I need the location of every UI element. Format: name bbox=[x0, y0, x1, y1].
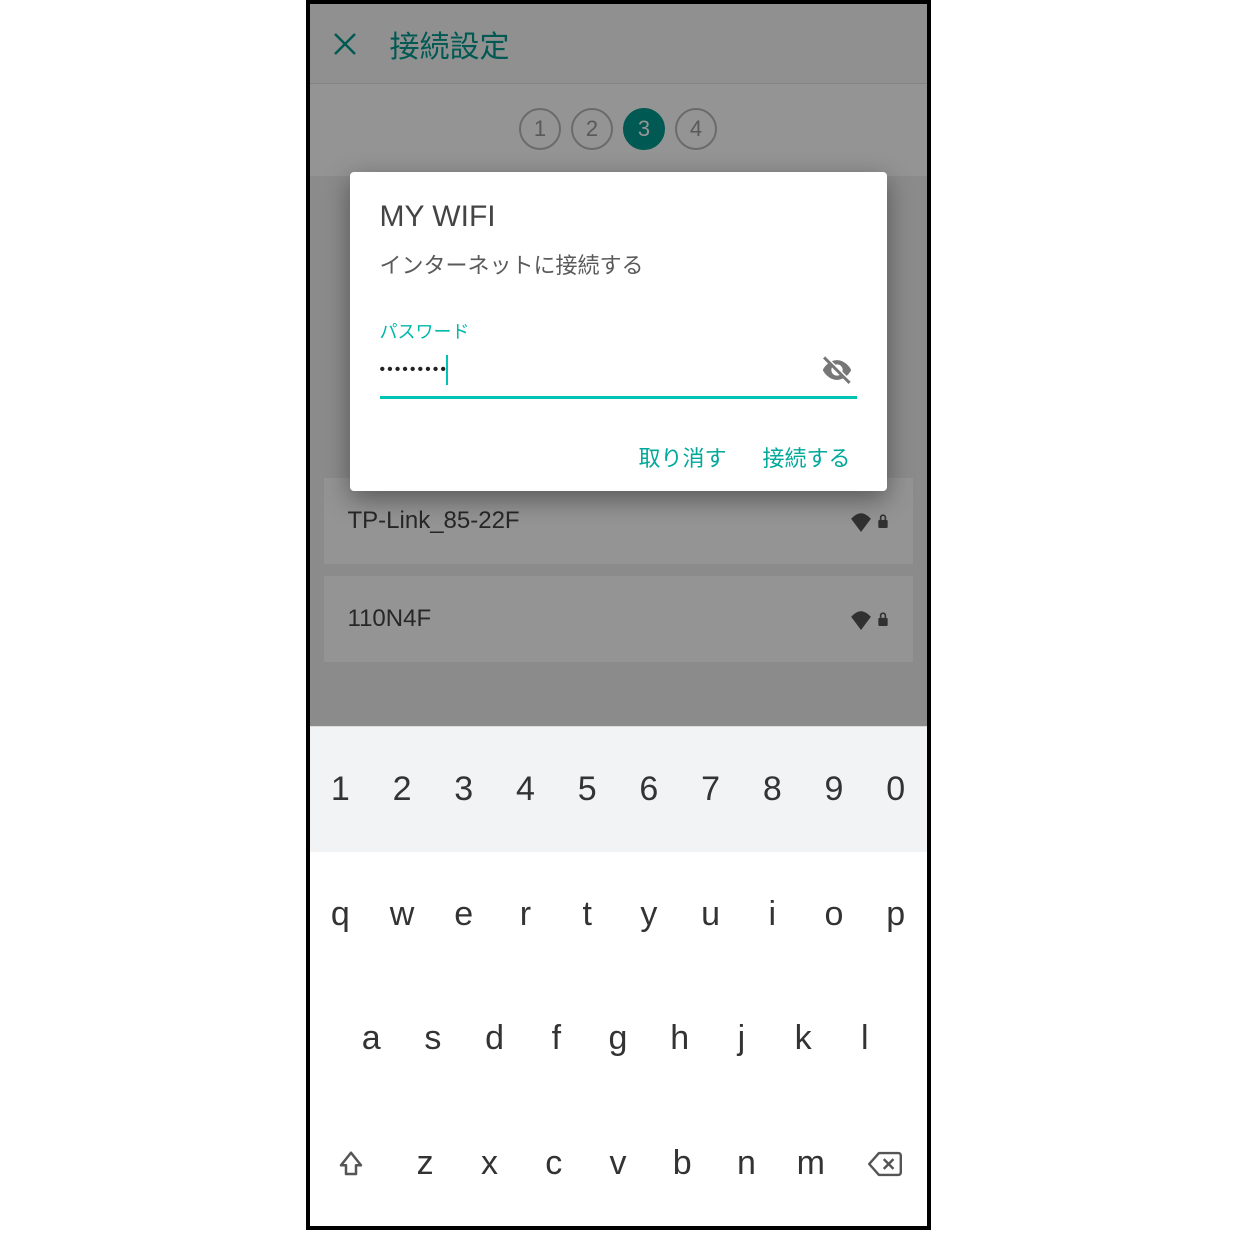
key-9[interactable]: 9 bbox=[803, 727, 865, 852]
key-d[interactable]: d bbox=[464, 977, 526, 1102]
key-i[interactable]: i bbox=[741, 852, 803, 977]
key-a[interactable]: a bbox=[340, 977, 402, 1102]
key-y[interactable]: y bbox=[618, 852, 680, 977]
key-k[interactable]: k bbox=[772, 977, 834, 1102]
key-8[interactable]: 8 bbox=[741, 727, 803, 852]
key-o[interactable]: o bbox=[803, 852, 865, 977]
keyboard-row-numbers: 1 2 3 4 5 6 7 8 9 0 bbox=[310, 727, 927, 852]
key-1[interactable]: 1 bbox=[310, 727, 372, 852]
key-m[interactable]: m bbox=[779, 1101, 843, 1226]
shift-key[interactable] bbox=[310, 1149, 394, 1179]
list-item[interactable]: 110N4F bbox=[324, 576, 913, 662]
network-ssid: 110N4F bbox=[348, 605, 432, 633]
key-t[interactable]: t bbox=[556, 852, 618, 977]
password-label: パスワード bbox=[380, 318, 857, 344]
key-6[interactable]: 6 bbox=[618, 727, 680, 852]
key-n[interactable]: n bbox=[714, 1101, 778, 1226]
key-c[interactable]: c bbox=[522, 1101, 586, 1226]
key-x[interactable]: x bbox=[457, 1101, 521, 1226]
key-s[interactable]: s bbox=[402, 977, 464, 1102]
step-1: 1 bbox=[519, 108, 561, 150]
key-0[interactable]: 0 bbox=[865, 727, 927, 852]
dialog-actions: 取り消す 接続する bbox=[380, 441, 857, 473]
key-5[interactable]: 5 bbox=[556, 727, 618, 852]
backspace-key[interactable] bbox=[843, 1150, 927, 1178]
key-j[interactable]: j bbox=[711, 977, 773, 1102]
app-header: 接続設定 bbox=[310, 4, 927, 84]
step-3: 3 bbox=[623, 108, 665, 150]
key-e[interactable]: e bbox=[433, 852, 495, 977]
soft-keyboard: 1 2 3 4 5 6 7 8 9 0 q w e r t y u i o p … bbox=[310, 726, 927, 1226]
key-p[interactable]: p bbox=[865, 852, 927, 977]
wifi-secured-icon bbox=[847, 510, 889, 532]
key-3[interactable]: 3 bbox=[433, 727, 495, 852]
close-icon[interactable] bbox=[328, 27, 362, 61]
step-4: 4 bbox=[675, 108, 717, 150]
connect-button[interactable]: 接続する bbox=[762, 441, 850, 473]
key-l[interactable]: l bbox=[834, 977, 896, 1102]
key-7[interactable]: 7 bbox=[680, 727, 742, 852]
key-w[interactable]: w bbox=[371, 852, 433, 977]
key-2[interactable]: 2 bbox=[371, 727, 433, 852]
password-input[interactable]: ••••••••• bbox=[380, 361, 448, 379]
key-r[interactable]: r bbox=[495, 852, 557, 977]
keyboard-row-top: q w e r t y u i o p bbox=[310, 852, 927, 977]
key-q[interactable]: q bbox=[310, 852, 372, 977]
key-v[interactable]: v bbox=[586, 1101, 650, 1226]
phone-frame: 接続設定 1 2 3 4 TP-Link_85-22F 110N4F bbox=[306, 0, 931, 1230]
key-4[interactable]: 4 bbox=[495, 727, 557, 852]
wifi-password-dialog: MY WIFI インターネットに接続する パスワード ••••••••• 取り消… bbox=[350, 172, 887, 491]
keyboard-row-bottom: z x c v b n m bbox=[310, 1101, 927, 1226]
dialog-title: MY WIFI bbox=[380, 200, 857, 234]
cancel-button[interactable]: 取り消す bbox=[638, 441, 726, 473]
key-g[interactable]: g bbox=[587, 977, 649, 1102]
text-caret bbox=[446, 355, 448, 385]
step-2: 2 bbox=[571, 108, 613, 150]
dialog-subtitle: インターネットに接続する bbox=[380, 248, 857, 280]
wifi-secured-icon bbox=[847, 608, 889, 630]
visibility-toggle-icon[interactable] bbox=[817, 350, 857, 390]
key-f[interactable]: f bbox=[525, 977, 587, 1102]
key-h[interactable]: h bbox=[649, 977, 711, 1102]
stepper: 1 2 3 4 bbox=[310, 84, 927, 176]
page-title: 接続設定 bbox=[390, 22, 510, 66]
key-b[interactable]: b bbox=[650, 1101, 714, 1226]
keyboard-row-mid: a s d f g h j k l bbox=[310, 977, 927, 1102]
password-field-row: ••••••••• bbox=[380, 350, 857, 399]
network-ssid: TP-Link_85-22F bbox=[348, 507, 520, 535]
key-z[interactable]: z bbox=[393, 1101, 457, 1226]
key-u[interactable]: u bbox=[680, 852, 742, 977]
